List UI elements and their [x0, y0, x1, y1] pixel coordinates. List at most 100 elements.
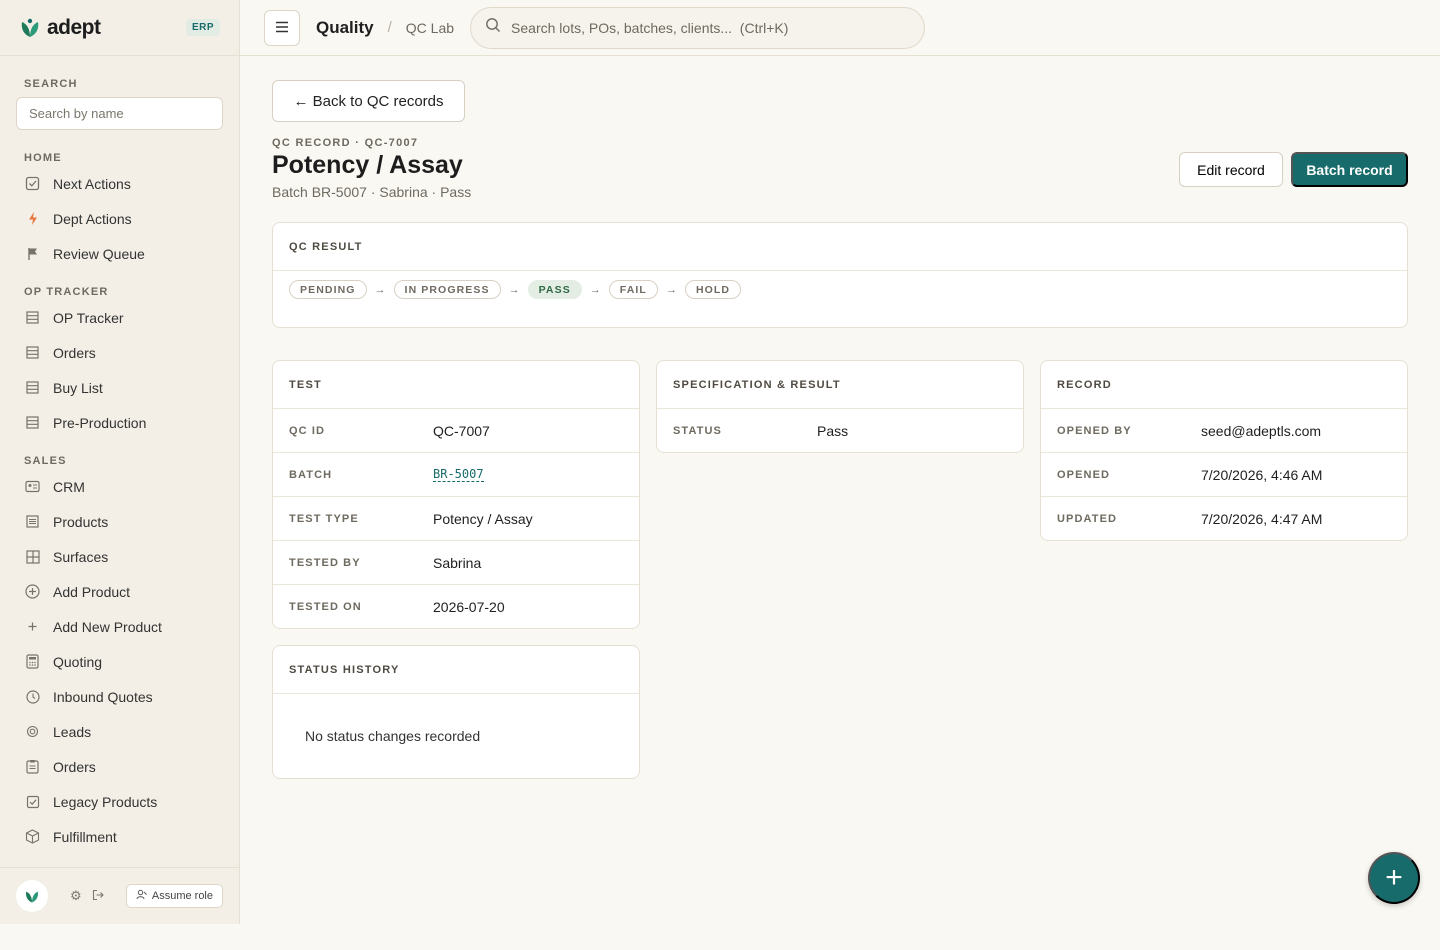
- bolt-icon: [24, 211, 41, 226]
- status-pill-hold[interactable]: HOLD: [684, 280, 742, 299]
- sidebar-item-inbound-quotes[interactable]: Inbound Quotes: [0, 679, 239, 714]
- sidebar-item-review-queue[interactable]: Review Queue: [0, 236, 239, 271]
- leaf-logo-icon: [21, 18, 39, 37]
- spec-card-heading: SPECIFICATION & RESULT: [657, 361, 1023, 409]
- brand-bar: adept ERP: [0, 0, 239, 56]
- record-card: RECORD OPENED BY seed@adeptls.com OPENED…: [1040, 360, 1408, 541]
- sidebar-item-label: Leads: [53, 723, 92, 740]
- spec-result-card: SPECIFICATION & RESULT STATUS Pass: [656, 360, 1024, 453]
- detail-value: Pass: [817, 423, 849, 439]
- sidebar: adept ERP SEARCH HOME Next Actions Dept …: [0, 0, 240, 924]
- search-heading: SEARCH: [24, 78, 78, 90]
- sidebar-item-label: Buy List: [53, 379, 103, 396]
- empty-state-text: No status changes recorded: [305, 728, 481, 744]
- sidebar-item-label: Surfaces: [53, 548, 109, 565]
- clock-icon: [24, 689, 41, 704]
- status-pill-in-progress[interactable]: IN PROGRESS: [393, 280, 501, 299]
- sidebar-item-op-tracker[interactable]: OP Tracker: [0, 300, 239, 335]
- menu-toggle-button[interactable]: [264, 9, 300, 46]
- page-subtitle: Batch BR-5007 · Sabrina · Pass: [272, 184, 472, 200]
- detail-key: OPENED BY: [1057, 424, 1132, 437]
- detail-value: 7/20/2026, 4:46 AM: [1201, 466, 1323, 483]
- detail-key: STATUS: [673, 425, 722, 437]
- hamburger-icon: [275, 17, 289, 38]
- detail-value: Potency / Assay: [433, 510, 533, 527]
- breadcrumb-separator: /: [387, 19, 392, 36]
- app-root: adept ERP SEARCH HOME Next Actions Dept …: [0, 0, 1440, 950]
- logo[interactable]: adept: [19, 16, 101, 40]
- detail-value: 2026-07-20: [433, 599, 505, 615]
- detail-key: TESTED BY: [289, 556, 361, 569]
- assume-role-label: Assume role: [151, 890, 213, 902]
- sidebar-search: [16, 97, 223, 130]
- sidebar-item-add-new-product[interactable]: Add New Product: [0, 609, 239, 644]
- detail-row-opened: OPENED 7/20/2026, 4:46 AM: [1041, 453, 1407, 497]
- detail-key: UPDATED: [1057, 513, 1118, 525]
- detail-key: TESTED ON: [289, 601, 362, 613]
- sidebar-item-label: Inbound Quotes: [53, 688, 153, 705]
- detail-key: BATCH: [289, 468, 333, 481]
- sidebar-item-label: Fulfillment: [53, 828, 117, 845]
- sidebar-item-legacy-products[interactable]: Legacy Products: [0, 784, 239, 819]
- detail-row-tested-by: TESTED BY Sabrina: [273, 541, 639, 585]
- test-card: TEST QC ID QC-7007 BATCH BR-5007 TEST TY…: [272, 360, 640, 629]
- sidebar-item-add-product[interactable]: Add Product: [0, 574, 239, 609]
- sidebar-item-orders[interactable]: Orders: [0, 335, 239, 370]
- target-icon: [24, 725, 41, 738]
- sidebar-item-pre-production[interactable]: Pre-Production: [0, 405, 239, 440]
- edit-record-button[interactable]: Edit record: [1179, 152, 1283, 187]
- flag-icon: [24, 247, 41, 261]
- calculator-icon: [24, 654, 41, 669]
- step-arrow: →: [665, 283, 677, 296]
- sidebar-item-surfaces[interactable]: Surfaces: [0, 539, 239, 574]
- nav-sales: CRM Products Surfaces Add Product Add Ne…: [0, 469, 239, 854]
- section-heading-op-tracker: OP TRACKER: [24, 286, 109, 298]
- logout-icon[interactable]: [92, 889, 104, 904]
- floating-add-button[interactable]: +: [1368, 852, 1420, 904]
- user-switch-icon: [136, 889, 147, 903]
- assume-role-button[interactable]: Assume role: [125, 884, 223, 908]
- sidebar-item-products[interactable]: Products: [0, 504, 239, 539]
- global-search-input[interactable]: [511, 19, 911, 36]
- settings-icon[interactable]: ⚙: [70, 888, 82, 904]
- section-heading-sales: SALES: [24, 455, 67, 467]
- qc-result-heading: QC RESULT: [273, 223, 1407, 271]
- detail-key: QC ID: [289, 424, 326, 437]
- sidebar-item-fulfillment[interactable]: Fulfillment: [0, 819, 239, 854]
- batch-link[interactable]: BR-5007: [433, 467, 484, 482]
- brand-name: adept: [47, 15, 101, 39]
- detail-key: TEST TYPE: [289, 512, 359, 525]
- status-pill-pending[interactable]: PENDING: [289, 280, 367, 299]
- contact-card-icon: [24, 480, 41, 493]
- detail-row-updated: UPDATED 7/20/2026, 4:47 AM: [1041, 497, 1407, 540]
- sidebar-item-label: Orders: [53, 758, 96, 775]
- erp-badge: ERP: [185, 19, 220, 36]
- plus-circle-icon: [24, 584, 41, 599]
- step-arrow: →: [508, 283, 520, 296]
- detail-value: QC-7007: [433, 422, 490, 439]
- sidebar-item-label: Dept Actions: [53, 210, 132, 227]
- sidebar-item-label: Products: [53, 513, 109, 530]
- avatar[interactable]: [16, 880, 48, 912]
- qc-result-card: QC RESULT PENDING → IN PROGRESS → PASS →…: [272, 222, 1408, 328]
- back-to-qc-records-button[interactable]: ← Back to QC records: [272, 80, 465, 122]
- sidebar-item-sales-orders[interactable]: Orders: [0, 749, 239, 784]
- sidebar-item-leads[interactable]: Leads: [0, 714, 239, 749]
- status-pill-fail[interactable]: FAIL: [608, 280, 658, 299]
- list-icon: [24, 515, 41, 528]
- batch-record-button[interactable]: Batch record: [1291, 152, 1408, 187]
- grid-icon: [24, 416, 41, 429]
- breadcrumb-quality[interactable]: Quality: [316, 18, 374, 38]
- checkbox-icon: [24, 795, 41, 809]
- sidebar-item-dept-actions[interactable]: Dept Actions: [0, 201, 239, 236]
- sidebar-item-next-actions[interactable]: Next Actions: [0, 166, 239, 201]
- sidebar-item-buy-list[interactable]: Buy List: [0, 370, 239, 405]
- status-pill-pass[interactable]: PASS: [527, 280, 582, 299]
- detail-value: Sabrina: [433, 554, 482, 571]
- sidebar-search-input[interactable]: [29, 106, 210, 121]
- breadcrumb-qc-lab[interactable]: QC Lab: [406, 20, 454, 36]
- sidebar-item-label: Pre-Production: [53, 414, 147, 431]
- sidebar-item-crm[interactable]: CRM: [0, 469, 239, 504]
- leaf-logo-icon: [26, 891, 38, 903]
- sidebar-item-quoting[interactable]: Quoting: [0, 644, 239, 679]
